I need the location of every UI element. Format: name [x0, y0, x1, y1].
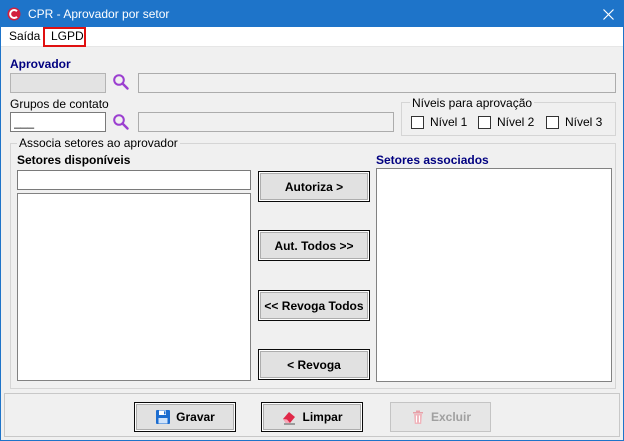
window: CPR - Aprovador por setor Saída LGPD Apr…: [0, 0, 624, 441]
setores-disponiveis-list[interactable]: [17, 193, 251, 381]
menu-item-saida[interactable]: Saída: [9, 27, 40, 47]
nivel-2-label: Nível 2: [497, 115, 535, 129]
associa-legend: Associa setores ao aprovador: [17, 136, 180, 150]
gravar-button-label: Gravar: [176, 410, 215, 424]
menu-bar: Saída LGPD: [1, 27, 623, 47]
gravar-button[interactable]: Gravar: [134, 402, 236, 432]
setores-filter-input[interactable]: [18, 171, 250, 189]
close-button[interactable]: [593, 1, 623, 27]
search-icon[interactable]: [112, 73, 130, 91]
nivel-2-checkbox[interactable]: Nível 2: [478, 115, 534, 129]
autoriza-button[interactable]: Autoriza >: [258, 171, 370, 202]
grupos-label: Grupos de contato: [10, 97, 109, 111]
search-icon[interactable]: [112, 113, 130, 131]
setores-filter-field[interactable]: [17, 170, 251, 190]
window-title: CPR - Aprovador por setor: [28, 7, 170, 21]
revoga-todos-button-label: << Revoga Todos: [264, 298, 364, 313]
eraser-icon: [283, 412, 296, 425]
nivel-3-label: Nível 3: [565, 115, 603, 129]
limpar-button-label: Limpar: [302, 410, 343, 424]
floppy-disk-icon: [156, 410, 171, 424]
aprovador-code-field[interactable]: [10, 73, 106, 93]
grupos-name-field: [138, 112, 394, 132]
aut-todos-button[interactable]: Aut. Todos >>: [258, 230, 370, 261]
aprovador-name-field: [138, 73, 616, 93]
checkbox-box[interactable]: [411, 115, 424, 129]
revoga-button-label: < Revoga: [287, 357, 341, 372]
niveis-legend: Níveis para aprovação: [410, 96, 535, 110]
nivel-1-label: Nível 1: [430, 115, 468, 129]
trash-icon: [412, 410, 423, 424]
limpar-button[interactable]: Limpar: [261, 402, 363, 432]
grupos-code-field[interactable]: [10, 112, 106, 132]
checkbox-box[interactable]: [546, 115, 559, 129]
setores-disponiveis-label: Setores disponíveis: [17, 153, 131, 167]
menu-item-lgpd[interactable]: LGPD: [43, 27, 86, 47]
excluir-button[interactable]: Excluir: [390, 402, 491, 432]
aprovador-code-input[interactable]: [11, 74, 105, 92]
grupos-name-input: [139, 113, 393, 131]
aprovador-name-input: [139, 74, 615, 92]
title-bar[interactable]: CPR - Aprovador por setor: [1, 1, 623, 27]
aut-todos-button-label: Aut. Todos >>: [274, 238, 354, 253]
nivel-3-checkbox[interactable]: Nível 3: [546, 115, 602, 129]
setores-associados-list[interactable]: [376, 168, 612, 382]
setores-associados-label: Setores associados: [376, 153, 489, 167]
revoga-todos-button[interactable]: << Revoga Todos: [258, 290, 370, 321]
close-icon: [602, 8, 614, 20]
grupos-code-input[interactable]: [11, 113, 105, 131]
revoga-button[interactable]: < Revoga: [258, 349, 370, 380]
autoriza-button-label: Autoriza >: [284, 179, 344, 194]
checkbox-box[interactable]: [478, 115, 491, 129]
excluir-button-label: Excluir: [430, 410, 472, 424]
cpr-logo-icon: [7, 7, 21, 21]
aprovador-label: Aprovador: [10, 57, 71, 71]
nivel-1-checkbox[interactable]: Nível 1: [411, 115, 467, 129]
